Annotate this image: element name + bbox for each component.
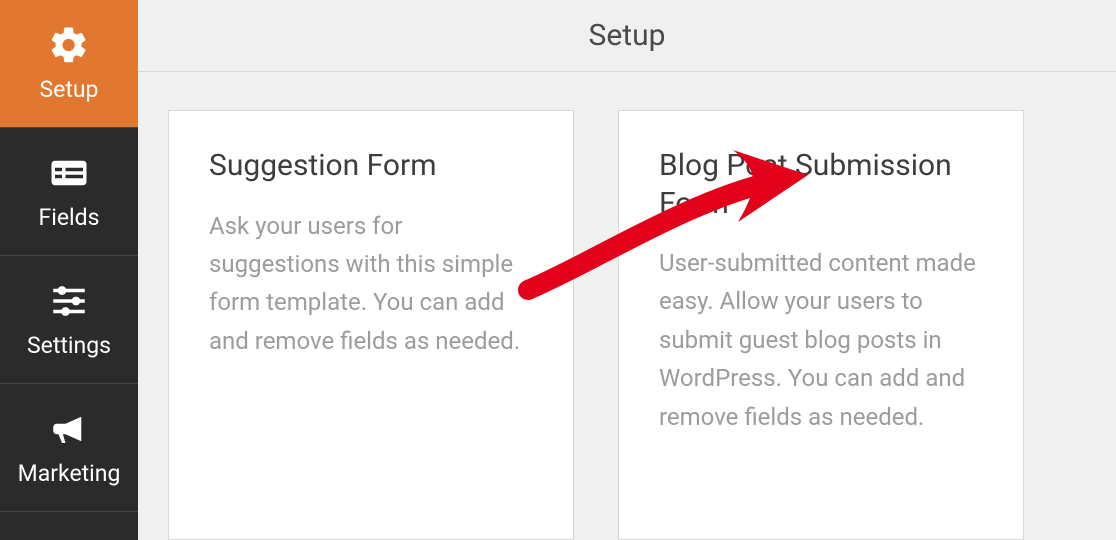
sidebar-item-label: Setup <box>40 76 99 103</box>
sidebar: Setup Fields Settings <box>0 0 138 540</box>
gear-icon <box>48 24 90 66</box>
card-description: User-submitted content made easy. Allow … <box>659 244 987 436</box>
template-cards: Suggestion Form Ask your users for sugge… <box>138 72 1116 540</box>
sidebar-item-fields[interactable]: Fields <box>0 128 138 256</box>
topbar: Setup <box>138 0 1116 72</box>
card-title: Suggestion Form <box>209 147 537 185</box>
sidebar-item-setup[interactable]: Setup <box>0 0 138 128</box>
template-card-suggestion-form[interactable]: Suggestion Form Ask your users for sugge… <box>168 110 574 540</box>
card-description: Ask your users for suggestions with this… <box>209 207 537 361</box>
megaphone-icon <box>48 408 90 450</box>
main-panel: Setup Suggestion Form Ask your users for… <box>138 0 1116 540</box>
sidebar-item-label: Settings <box>27 332 111 359</box>
card-title: Blog Post Submission Form <box>659 147 987 222</box>
sidebar-item-settings[interactable]: Settings <box>0 256 138 384</box>
sliders-icon <box>48 280 90 322</box>
template-card-blog-post-submission-form[interactable]: Blog Post Submission Form User-submitted… <box>618 110 1024 540</box>
sidebar-item-label: Marketing <box>18 460 121 487</box>
page-title: Setup <box>589 18 666 53</box>
list-icon <box>48 152 90 194</box>
sidebar-item-marketing[interactable]: Marketing <box>0 384 138 512</box>
sidebar-item-label: Fields <box>39 204 100 231</box>
